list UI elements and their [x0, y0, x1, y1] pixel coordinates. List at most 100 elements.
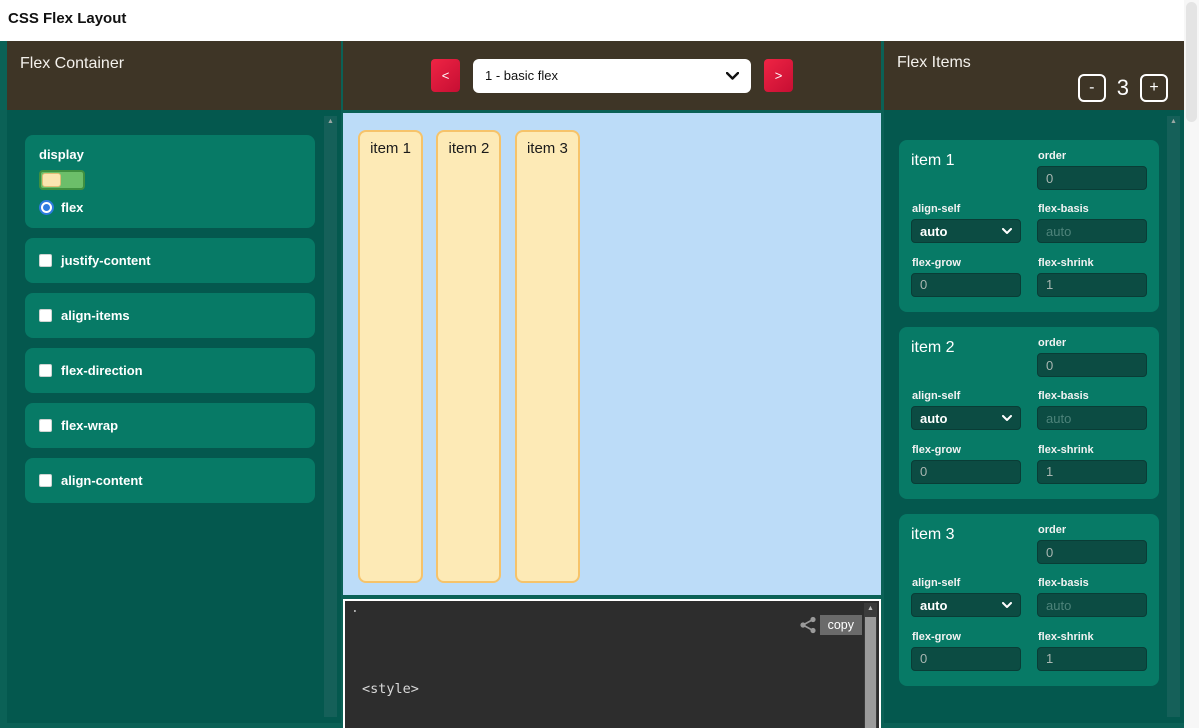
flex-items-panel-body: item 1 order align-self auto flex-basis …: [884, 110, 1184, 723]
prev-example-button[interactable]: <: [431, 59, 460, 92]
scroll-up-icon[interactable]: ▲: [864, 603, 877, 615]
example-select[interactable]: 1 - basic flex: [473, 59, 751, 93]
flex-items-panel-header: Flex Items - 3 +: [884, 41, 1184, 110]
flex-basis-label: flex-basis: [1038, 390, 1146, 402]
code-scrollbar-thumb[interactable]: [865, 617, 876, 728]
align-self-value: auto: [920, 224, 947, 239]
item-3-flex-grow-input[interactable]: [911, 647, 1021, 671]
flex-container-panel-header: Flex Container: [7, 41, 341, 110]
flex-basis-label: flex-basis: [1038, 577, 1146, 589]
browser-scrollbar-thumb[interactable]: [1186, 2, 1197, 122]
flex-shrink-label: flex-shrink: [1038, 257, 1146, 269]
scroll-up-icon[interactable]: ▲: [1167, 116, 1180, 128]
flex-preview-container: item 1 item 2 item 3: [343, 113, 881, 595]
align-self-value: auto: [920, 598, 947, 613]
flex-wrap-card[interactable]: flex-wrap: [25, 403, 315, 448]
item-count-controls: - 3 +: [1078, 74, 1168, 102]
item-3-align-self-select[interactable]: auto: [911, 593, 1021, 617]
item-2-card: item 2 order align-self auto flex-basis …: [899, 327, 1159, 499]
item-3-order-input[interactable]: [1037, 540, 1147, 564]
item-count: 3: [1117, 75, 1129, 101]
example-nav-header: < 1 - basic flex >: [343, 41, 881, 110]
preview-flex-item-3: item 3: [515, 130, 580, 583]
code-panel: . copy <style> .flex-container { display…: [343, 599, 881, 728]
next-example-button[interactable]: >: [764, 59, 793, 92]
flex-wrap-label: flex-wrap: [61, 418, 118, 433]
preview-flex-item-1: item 1: [358, 130, 423, 583]
flex-grow-label: flex-grow: [912, 444, 1020, 456]
align-content-card[interactable]: align-content: [25, 458, 315, 503]
code-scrollbar[interactable]: ▲: [864, 603, 877, 728]
left-panel-scrollbar[interactable]: ▲: [324, 116, 337, 717]
preview-flex-item-2: item 2: [436, 130, 501, 583]
flex-radio-label: flex: [61, 200, 83, 215]
item-1-flex-basis-input[interactable]: [1037, 219, 1147, 243]
item-1-align-self-select[interactable]: auto: [911, 219, 1021, 243]
flex-direction-card[interactable]: flex-direction: [25, 348, 315, 393]
flex-items-list: item 1 order align-self auto flex-basis …: [899, 110, 1159, 686]
display-flex-radio-row: flex: [39, 200, 301, 215]
item-1-flex-grow-input[interactable]: [911, 273, 1021, 297]
item-2-flex-grow-input[interactable]: [911, 460, 1021, 484]
item-3-card: item 3 order align-self auto flex-basis …: [899, 514, 1159, 686]
flex-radio-button[interactable]: [39, 200, 54, 215]
item-2-flex-shrink-input[interactable]: [1037, 460, 1147, 484]
preview-panel: < 1 - basic flex > item 1 item 2 item 3 …: [343, 41, 881, 728]
display-toggle-knob[interactable]: [42, 173, 61, 187]
flex-items-panel: Flex Items - 3 + item 1 order align-self…: [884, 41, 1184, 723]
browser-scrollbar[interactable]: [1184, 0, 1199, 728]
chevron-down-icon: [1002, 602, 1012, 608]
chevron-down-icon: [1002, 228, 1012, 234]
item-2-title: item 2: [911, 337, 1021, 378]
flex-basis-label: flex-basis: [1038, 203, 1146, 215]
flex-direction-checkbox[interactable]: [39, 364, 52, 377]
remove-item-button[interactable]: -: [1078, 74, 1106, 102]
flex-wrap-checkbox[interactable]: [39, 419, 52, 432]
justify-content-card[interactable]: justify-content: [25, 238, 315, 283]
container-properties-list: display flex justify-content align-items: [25, 110, 315, 503]
chevron-down-icon: [726, 72, 739, 80]
align-items-checkbox[interactable]: [39, 309, 52, 322]
item-1-flex-shrink-input[interactable]: [1037, 273, 1147, 297]
right-panel-scrollbar[interactable]: ▲: [1167, 116, 1180, 717]
align-self-label: align-self: [912, 577, 1020, 589]
add-item-button[interactable]: +: [1140, 74, 1168, 102]
flex-shrink-label: flex-shrink: [1038, 444, 1146, 456]
item-2-align-self-select[interactable]: auto: [911, 406, 1021, 430]
item-3-flex-basis-input[interactable]: [1037, 593, 1147, 617]
share-icon[interactable]: [799, 616, 817, 639]
item-1-order-input[interactable]: [1037, 166, 1147, 190]
order-label: order: [1038, 524, 1146, 536]
item-2-flex-basis-input[interactable]: [1037, 406, 1147, 430]
align-content-checkbox[interactable]: [39, 474, 52, 487]
code-content: <style> .flex-container { display: flex;: [362, 641, 516, 728]
example-select-value: 1 - basic flex: [485, 68, 558, 83]
align-content-label: align-content: [61, 473, 143, 488]
flex-shrink-label: flex-shrink: [1038, 631, 1146, 643]
display-property-card: display flex: [25, 135, 315, 228]
scroll-up-icon[interactable]: ▲: [324, 116, 337, 128]
align-self-label: align-self: [912, 390, 1020, 402]
order-label: order: [1038, 337, 1146, 349]
flex-direction-label: flex-direction: [61, 363, 143, 378]
flex-grow-label: flex-grow: [912, 257, 1020, 269]
top-title-bar: CSS Flex Layout: [0, 0, 1199, 41]
justify-content-label: justify-content: [61, 253, 151, 268]
flex-grow-label: flex-grow: [912, 631, 1020, 643]
flex-radio-dot: [43, 204, 50, 211]
align-items-card[interactable]: align-items: [25, 293, 315, 338]
justify-content-checkbox[interactable]: [39, 254, 52, 267]
code-line: <style>: [362, 680, 516, 700]
flex-items-panel-title: Flex Items: [897, 54, 971, 72]
flex-container-panel-body: display flex justify-content align-items: [7, 110, 341, 723]
flex-container-panel: Flex Container display flex justify-cont…: [7, 41, 341, 723]
item-3-title: item 3: [911, 524, 1021, 565]
item-2-order-input[interactable]: [1037, 353, 1147, 377]
display-toggle[interactable]: [39, 170, 85, 190]
page-title: CSS Flex Layout: [8, 10, 126, 27]
flex-container-panel-title: Flex Container: [20, 55, 124, 72]
item-3-flex-shrink-input[interactable]: [1037, 647, 1147, 671]
display-label: display: [39, 147, 301, 162]
align-self-label: align-self: [912, 203, 1020, 215]
copy-button[interactable]: copy: [820, 615, 862, 635]
